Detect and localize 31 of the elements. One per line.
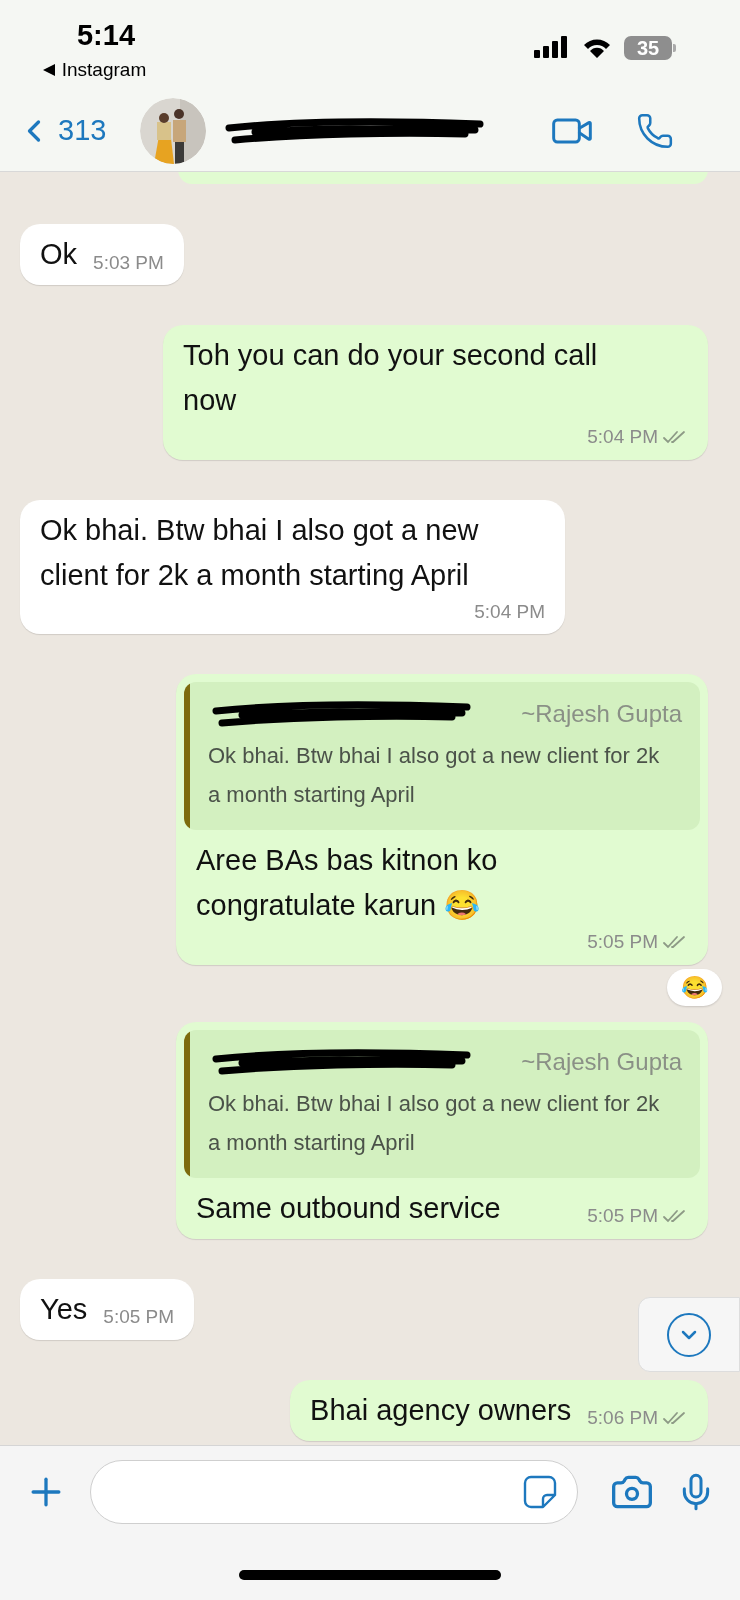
scroll-down-button[interactable] <box>638 1297 740 1372</box>
back-to-app-link[interactable]: Instagram <box>41 56 147 85</box>
scroll-down-icon <box>667 1312 711 1357</box>
quote-author: ~Rajesh Gupta <box>521 699 682 729</box>
message-time: 5:05 PM <box>587 1204 658 1228</box>
signal-icon <box>534 36 570 60</box>
message-time: 5:05 PM <box>103 1305 175 1329</box>
quoted-text: Ok bhai. Btw bhai I also got a new client for 2k a month starting April <box>208 742 661 809</box>
status-time: 5:14 <box>76 18 135 52</box>
message-text: Ok <box>40 237 78 272</box>
phone-call-icon[interactable] <box>636 111 674 150</box>
message-time: 5:05 PM <box>587 930 658 954</box>
message-time: 5:04 PM <box>587 425 658 449</box>
back-triangle-icon <box>41 63 56 78</box>
quoted-message[interactable]: ~Rajesh Gupta Ok bhai. Btw bhai I also got a new client for 2k a month starting April <box>184 1029 700 1178</box>
message-text: Same outbound service <box>196 1190 501 1226</box>
quote-author: ~Rajesh Gupta <box>521 1046 682 1077</box>
battery-level: 35 <box>636 38 660 58</box>
message-text: Bhai agency owners <box>310 1392 572 1428</box>
message-time: 5:04 PM <box>474 599 545 624</box>
wifi-icon <box>582 37 612 59</box>
message-time: 5:03 PM <box>93 250 164 275</box>
message-text: Toh you can do your second call now <box>183 338 599 418</box>
back-button[interactable]: 313 <box>16 108 107 153</box>
sticker-icon[interactable] <box>523 1475 557 1509</box>
quoted-message[interactable]: ~Rajesh Gupta Ok bhai. Btw bhai I also got a new client for 2k a month starting April <box>184 682 700 830</box>
message-text: Aree BAs bas kitnon ko congratulate karun 😂 <box>196 843 499 923</box>
message-text: Yes <box>40 1291 88 1327</box>
message-time: 5:06 PM <box>587 1406 658 1430</box>
message-text: Ok bhai. Btw bhai I also got a new client for 2k a month starting April <box>40 512 480 593</box>
quoted-text: Ok bhai. Btw bhai I also got a new client for 2k a month starting April <box>208 1089 661 1157</box>
